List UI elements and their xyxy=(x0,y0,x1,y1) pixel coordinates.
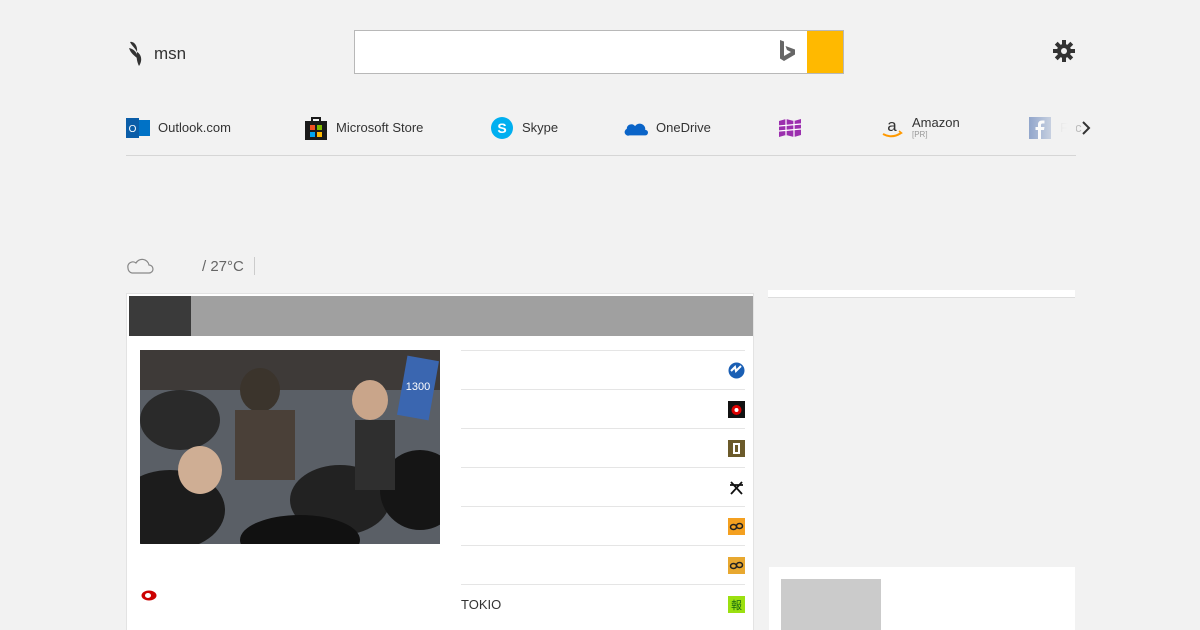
source-icon-red xyxy=(728,401,745,418)
office-icon xyxy=(778,116,802,140)
weather-widget[interactable]: / 27°C xyxy=(126,256,255,276)
app-amazon[interactable]: a Amazon [PR] xyxy=(880,116,960,140)
brand-name: msn xyxy=(154,44,187,63)
amazon-icon: a xyxy=(880,116,904,140)
store-icon xyxy=(304,116,328,140)
settings-gear-icon[interactable] xyxy=(1052,39,1076,63)
hero-photo: 1300 xyxy=(140,350,440,544)
skype-icon: S xyxy=(490,116,514,140)
app-label: Skype xyxy=(522,119,559,135)
pr-badge: [PR] xyxy=(912,129,928,139)
news-list-item[interactable] xyxy=(461,545,745,584)
svg-text:報: 報 xyxy=(731,599,742,612)
app-label-text: Amazon xyxy=(912,115,960,131)
news-list-item[interactable]: TOKIO 報 xyxy=(461,584,745,623)
source-icon-blue xyxy=(728,362,745,379)
news-list-item[interactable] xyxy=(461,506,745,545)
cloud-icon xyxy=(127,258,154,274)
search-button[interactable] xyxy=(807,31,843,73)
source-icon-x xyxy=(728,479,745,496)
app-label: Microsoft Store xyxy=(336,119,424,135)
app-label: OneDrive xyxy=(656,119,711,135)
search-box xyxy=(354,30,844,74)
news-list-item[interactable] xyxy=(461,389,745,428)
app-bar-fade xyxy=(1026,108,1076,154)
news-panel: 1300 TOKIO 報 xyxy=(126,293,754,630)
tab-active[interactable] xyxy=(129,296,191,336)
app-outlook[interactable]: O Outlook.com xyxy=(126,116,231,140)
app-office[interactable] xyxy=(778,116,810,140)
news-tab-bar xyxy=(129,296,753,336)
outlook-icon: O xyxy=(126,116,150,140)
news-list-item[interactable] xyxy=(461,428,745,467)
headline: TOKIO xyxy=(461,596,502,612)
chevron-right-icon[interactable] xyxy=(1076,116,1096,140)
onedrive-icon xyxy=(624,116,648,140)
svg-text:O: O xyxy=(129,124,137,135)
source-icon-olive xyxy=(728,440,745,457)
right-module[interactable] xyxy=(769,567,1075,630)
app-microsoft-store[interactable]: Microsoft Store xyxy=(304,116,423,140)
app-bar: O Outlook.com Microsoft Store S Skype On… xyxy=(126,108,1091,156)
source-icon-orange xyxy=(728,557,745,574)
temperature: / 27°C xyxy=(202,257,244,275)
right-module-top xyxy=(768,290,1075,298)
app-onedrive[interactable]: OneDrive xyxy=(624,116,711,140)
news-list-item[interactable] xyxy=(461,350,745,389)
bing-icon xyxy=(767,31,807,73)
thumbnail-placeholder xyxy=(781,579,881,630)
svg-text:S: S xyxy=(497,120,506,136)
weather-divider xyxy=(253,257,255,275)
svg-text:1300: 1300 xyxy=(406,381,430,393)
search-input[interactable] xyxy=(355,31,767,73)
msn-logo[interactable]: msn xyxy=(126,40,186,68)
butterfly-icon xyxy=(129,41,142,66)
source-icon-green: 報 xyxy=(728,596,745,613)
app-label: Amazon [PR] xyxy=(912,116,960,139)
hero-news-image[interactable]: 1300 xyxy=(140,350,440,544)
news-list: TOKIO 報 xyxy=(461,350,745,623)
news-source-logo-icon xyxy=(141,590,157,601)
news-list-item[interactable] xyxy=(461,467,745,506)
source-icon-orange xyxy=(728,518,745,535)
app-skype[interactable]: S Skype xyxy=(490,116,558,140)
app-label: Outlook.com xyxy=(158,119,231,135)
svg-text:a: a xyxy=(887,116,897,135)
